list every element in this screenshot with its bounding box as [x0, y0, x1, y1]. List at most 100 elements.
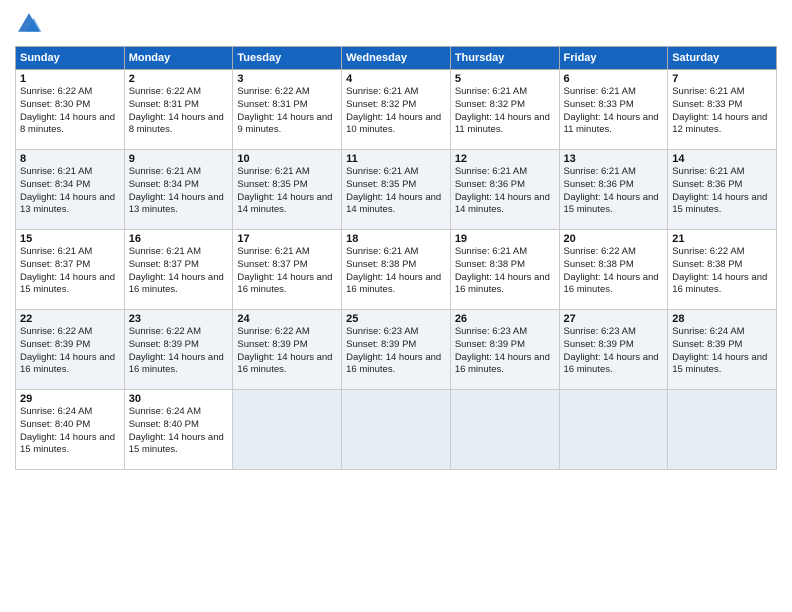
day-info: Sunrise: 6:21 AMSunset: 8:36 PMDaylight:…	[672, 166, 772, 217]
day-cell: 29Sunrise: 6:24 AMSunset: 8:40 PMDayligh…	[16, 390, 125, 470]
week-row-1: 1Sunrise: 6:22 AMSunset: 8:30 PMDaylight…	[16, 70, 777, 150]
day-cell: 5Sunrise: 6:21 AMSunset: 8:32 PMDaylight…	[450, 70, 559, 150]
day-number: 6	[564, 73, 664, 85]
weekday-header-saturday: Saturday	[668, 47, 777, 70]
day-info: Sunrise: 6:21 AMSunset: 8:34 PMDaylight:…	[129, 166, 229, 217]
day-cell: 16Sunrise: 6:21 AMSunset: 8:37 PMDayligh…	[124, 230, 233, 310]
day-number: 9	[129, 153, 229, 165]
day-number: 15	[20, 233, 120, 245]
day-info: Sunrise: 6:22 AMSunset: 8:31 PMDaylight:…	[129, 86, 229, 137]
day-cell: 15Sunrise: 6:21 AMSunset: 8:37 PMDayligh…	[16, 230, 125, 310]
day-number: 23	[129, 313, 229, 325]
day-number: 7	[672, 73, 772, 85]
day-number: 30	[129, 393, 229, 405]
day-info: Sunrise: 6:21 AMSunset: 8:36 PMDaylight:…	[455, 166, 555, 217]
day-cell: 9Sunrise: 6:21 AMSunset: 8:34 PMDaylight…	[124, 150, 233, 230]
weekday-header-thursday: Thursday	[450, 47, 559, 70]
day-cell: 19Sunrise: 6:21 AMSunset: 8:38 PMDayligh…	[450, 230, 559, 310]
day-info: Sunrise: 6:22 AMSunset: 8:30 PMDaylight:…	[20, 86, 120, 137]
day-number: 29	[20, 393, 120, 405]
day-info: Sunrise: 6:21 AMSunset: 8:34 PMDaylight:…	[20, 166, 120, 217]
day-number: 27	[564, 313, 664, 325]
day-number: 8	[20, 153, 120, 165]
day-cell: 12Sunrise: 6:21 AMSunset: 8:36 PMDayligh…	[450, 150, 559, 230]
day-number: 5	[455, 73, 555, 85]
day-info: Sunrise: 6:22 AMSunset: 8:38 PMDaylight:…	[564, 246, 664, 297]
day-number: 12	[455, 153, 555, 165]
day-number: 25	[346, 313, 446, 325]
day-info: Sunrise: 6:21 AMSunset: 8:32 PMDaylight:…	[455, 86, 555, 137]
calendar-table: SundayMondayTuesdayWednesdayThursdayFrid…	[15, 46, 777, 470]
day-cell: 20Sunrise: 6:22 AMSunset: 8:38 PMDayligh…	[559, 230, 668, 310]
day-info: Sunrise: 6:21 AMSunset: 8:33 PMDaylight:…	[672, 86, 772, 137]
day-info: Sunrise: 6:21 AMSunset: 8:37 PMDaylight:…	[20, 246, 120, 297]
day-cell: 28Sunrise: 6:24 AMSunset: 8:39 PMDayligh…	[668, 310, 777, 390]
day-info: Sunrise: 6:21 AMSunset: 8:35 PMDaylight:…	[346, 166, 446, 217]
day-cell	[233, 390, 342, 470]
page: SundayMondayTuesdayWednesdayThursdayFrid…	[0, 0, 792, 612]
day-number: 21	[672, 233, 772, 245]
calendar-body: 1Sunrise: 6:22 AMSunset: 8:30 PMDaylight…	[16, 70, 777, 470]
week-row-4: 22Sunrise: 6:22 AMSunset: 8:39 PMDayligh…	[16, 310, 777, 390]
day-number: 24	[237, 313, 337, 325]
day-info: Sunrise: 6:23 AMSunset: 8:39 PMDaylight:…	[346, 326, 446, 377]
day-number: 19	[455, 233, 555, 245]
day-number: 22	[20, 313, 120, 325]
day-cell: 24Sunrise: 6:22 AMSunset: 8:39 PMDayligh…	[233, 310, 342, 390]
weekday-header-tuesday: Tuesday	[233, 47, 342, 70]
day-info: Sunrise: 6:22 AMSunset: 8:31 PMDaylight:…	[237, 86, 337, 137]
logo-icon	[15, 10, 43, 38]
day-number: 14	[672, 153, 772, 165]
weekday-header-monday: Monday	[124, 47, 233, 70]
day-cell: 30Sunrise: 6:24 AMSunset: 8:40 PMDayligh…	[124, 390, 233, 470]
logo	[15, 10, 47, 38]
day-number: 17	[237, 233, 337, 245]
weekday-header-sunday: Sunday	[16, 47, 125, 70]
day-cell: 2Sunrise: 6:22 AMSunset: 8:31 PMDaylight…	[124, 70, 233, 150]
day-cell	[450, 390, 559, 470]
weekday-header-wednesday: Wednesday	[342, 47, 451, 70]
week-row-5: 29Sunrise: 6:24 AMSunset: 8:40 PMDayligh…	[16, 390, 777, 470]
day-info: Sunrise: 6:21 AMSunset: 8:36 PMDaylight:…	[564, 166, 664, 217]
day-cell: 23Sunrise: 6:22 AMSunset: 8:39 PMDayligh…	[124, 310, 233, 390]
day-info: Sunrise: 6:22 AMSunset: 8:39 PMDaylight:…	[20, 326, 120, 377]
day-cell: 8Sunrise: 6:21 AMSunset: 8:34 PMDaylight…	[16, 150, 125, 230]
day-cell: 18Sunrise: 6:21 AMSunset: 8:38 PMDayligh…	[342, 230, 451, 310]
day-info: Sunrise: 6:24 AMSunset: 8:40 PMDaylight:…	[20, 406, 120, 457]
day-cell: 25Sunrise: 6:23 AMSunset: 8:39 PMDayligh…	[342, 310, 451, 390]
day-info: Sunrise: 6:24 AMSunset: 8:40 PMDaylight:…	[129, 406, 229, 457]
day-cell	[559, 390, 668, 470]
day-number: 11	[346, 153, 446, 165]
day-cell: 7Sunrise: 6:21 AMSunset: 8:33 PMDaylight…	[668, 70, 777, 150]
day-info: Sunrise: 6:21 AMSunset: 8:38 PMDaylight:…	[455, 246, 555, 297]
day-info: Sunrise: 6:21 AMSunset: 8:38 PMDaylight:…	[346, 246, 446, 297]
day-number: 1	[20, 73, 120, 85]
day-info: Sunrise: 6:22 AMSunset: 8:38 PMDaylight:…	[672, 246, 772, 297]
day-number: 4	[346, 73, 446, 85]
day-info: Sunrise: 6:22 AMSunset: 8:39 PMDaylight:…	[237, 326, 337, 377]
week-row-3: 15Sunrise: 6:21 AMSunset: 8:37 PMDayligh…	[16, 230, 777, 310]
day-info: Sunrise: 6:23 AMSunset: 8:39 PMDaylight:…	[455, 326, 555, 377]
day-cell: 3Sunrise: 6:22 AMSunset: 8:31 PMDaylight…	[233, 70, 342, 150]
day-cell: 13Sunrise: 6:21 AMSunset: 8:36 PMDayligh…	[559, 150, 668, 230]
day-number: 2	[129, 73, 229, 85]
day-cell: 11Sunrise: 6:21 AMSunset: 8:35 PMDayligh…	[342, 150, 451, 230]
day-info: Sunrise: 6:22 AMSunset: 8:39 PMDaylight:…	[129, 326, 229, 377]
day-cell: 4Sunrise: 6:21 AMSunset: 8:32 PMDaylight…	[342, 70, 451, 150]
day-number: 13	[564, 153, 664, 165]
day-number: 10	[237, 153, 337, 165]
day-cell: 1Sunrise: 6:22 AMSunset: 8:30 PMDaylight…	[16, 70, 125, 150]
day-info: Sunrise: 6:24 AMSunset: 8:39 PMDaylight:…	[672, 326, 772, 377]
day-number: 20	[564, 233, 664, 245]
day-cell	[342, 390, 451, 470]
header	[15, 10, 777, 38]
day-info: Sunrise: 6:21 AMSunset: 8:37 PMDaylight:…	[129, 246, 229, 297]
day-cell: 22Sunrise: 6:22 AMSunset: 8:39 PMDayligh…	[16, 310, 125, 390]
day-cell: 14Sunrise: 6:21 AMSunset: 8:36 PMDayligh…	[668, 150, 777, 230]
day-info: Sunrise: 6:21 AMSunset: 8:35 PMDaylight:…	[237, 166, 337, 217]
weekday-header-friday: Friday	[559, 47, 668, 70]
day-info: Sunrise: 6:21 AMSunset: 8:33 PMDaylight:…	[564, 86, 664, 137]
day-number: 18	[346, 233, 446, 245]
day-number: 28	[672, 313, 772, 325]
day-number: 16	[129, 233, 229, 245]
